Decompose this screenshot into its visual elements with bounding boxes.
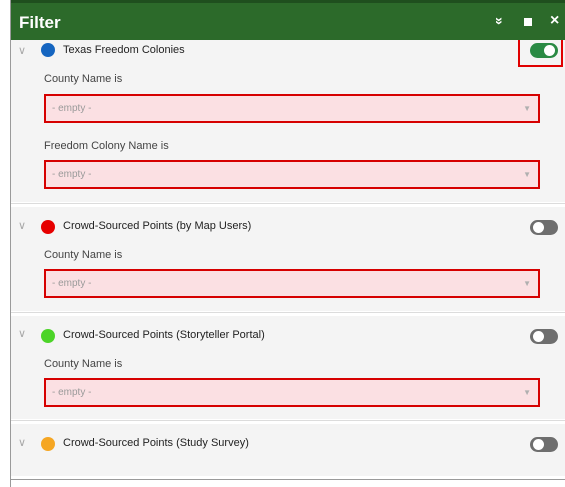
dropdown-arrow-icon: ▼ <box>523 388 531 397</box>
maximize-icon[interactable] <box>524 11 532 31</box>
section-divider <box>11 420 565 421</box>
dropdown-arrow-icon: ▼ <box>523 279 531 288</box>
layer-name: Crowd-Sourced Points (by Map Users) <box>63 220 252 232</box>
layer-header[interactable]: ∨ Crowd-Sourced Points (by Map Users) <box>11 207 565 237</box>
section-divider <box>11 203 565 204</box>
double-chevron-down-icon[interactable]: » <box>490 17 510 25</box>
layer-header[interactable]: ∨ Texas Freedom Colonies <box>11 34 565 70</box>
layer-toggle[interactable] <box>530 329 558 344</box>
dropdown-arrow-icon: ▼ <box>523 170 531 179</box>
layer-header[interactable]: ∨ Crowd-Sourced Points (Storyteller Port… <box>11 316 565 346</box>
filter-label-county: County Name is <box>44 358 123 370</box>
layer-color-dot <box>41 437 55 451</box>
chevron-down-icon[interactable]: ∨ <box>18 44 26 57</box>
dropdown-value: - empty - <box>52 103 92 114</box>
layer-name: Crowd-Sourced Points (Study Survey) <box>63 437 249 449</box>
close-icon[interactable]: × <box>550 11 559 31</box>
filter-label-county: County Name is <box>44 249 123 261</box>
freedom-colony-name-dropdown[interactable]: - empty - ▼ <box>44 160 540 189</box>
bottom-border <box>11 479 565 480</box>
filter-panel: ∨ Texas Freedom Colonies County Name is … <box>10 0 565 487</box>
layer-toggle[interactable] <box>530 220 558 235</box>
layer-section-texas-freedom-colonies: ∨ Texas Freedom Colonies County Name is … <box>11 34 565 202</box>
layer-color-dot <box>41 329 55 343</box>
county-name-dropdown[interactable]: - empty - ▼ <box>44 94 540 123</box>
panel-title: Filter <box>19 13 61 32</box>
county-name-dropdown[interactable]: - empty - ▼ <box>44 378 540 407</box>
filter-label-county: County Name is <box>44 73 123 85</box>
chevron-down-icon[interactable]: ∨ <box>18 219 26 232</box>
layer-color-dot <box>41 43 55 57</box>
layer-name: Texas Freedom Colonies <box>63 44 185 56</box>
layer-section-crowd-map-users: ∨ Crowd-Sourced Points (by Map Users) Co… <box>11 207 565 311</box>
layer-name: Crowd-Sourced Points (Storyteller Portal… <box>63 329 265 341</box>
dropdown-value: - empty - <box>52 169 92 180</box>
panel-header: Filter » × <box>11 0 565 40</box>
dropdown-arrow-icon: ▼ <box>523 104 531 113</box>
chevron-down-icon[interactable]: ∨ <box>18 327 26 340</box>
dropdown-value: - empty - <box>52 278 92 289</box>
dropdown-value: - empty - <box>52 387 92 398</box>
filter-label-freedom-colony: Freedom Colony Name is <box>44 140 169 152</box>
layer-color-dot <box>41 220 55 234</box>
layer-header[interactable]: ∨ Crowd-Sourced Points (Study Survey) <box>11 424 565 454</box>
section-divider <box>11 312 565 313</box>
county-name-dropdown[interactable]: - empty - ▼ <box>44 269 540 298</box>
layer-section-crowd-study-survey: ∨ Crowd-Sourced Points (Study Survey) <box>11 424 565 476</box>
layer-toggle[interactable] <box>530 437 558 452</box>
chevron-down-icon[interactable]: ∨ <box>18 436 26 449</box>
layer-section-crowd-storyteller: ∨ Crowd-Sourced Points (Storyteller Port… <box>11 316 565 419</box>
